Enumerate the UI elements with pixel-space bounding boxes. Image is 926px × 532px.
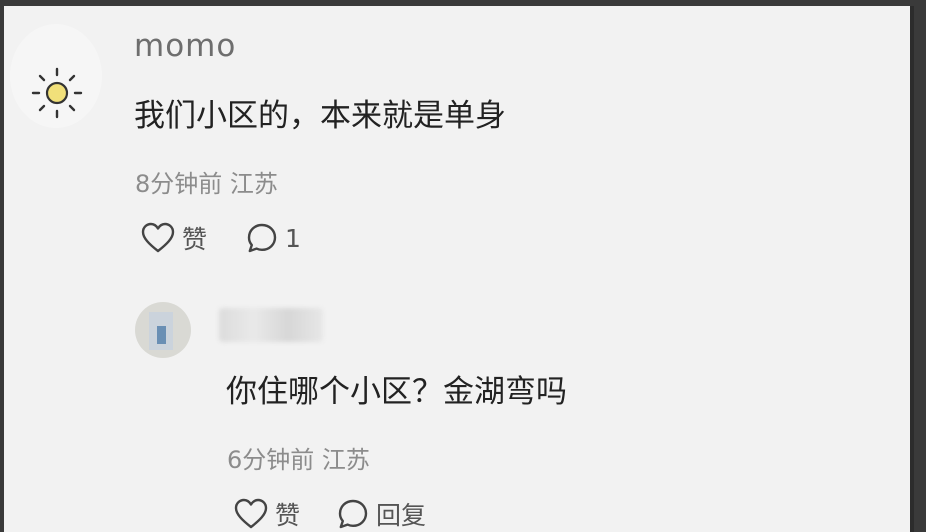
reply-username-blurred[interactable] — [219, 308, 323, 342]
comment-text: 我们小区的，本来就是单身 — [134, 98, 506, 134]
sun-icon — [31, 67, 83, 119]
reply-meta: 6分钟前 江苏 — [227, 440, 370, 475]
heart-icon — [141, 222, 175, 253]
reply-like-button[interactable]: 赞 — [233, 496, 300, 532]
reply-avatar[interactable] — [135, 302, 191, 358]
comment-location: 江苏 — [229, 170, 278, 198]
reply-text: 你住哪个小区？金湖弯吗 — [226, 374, 567, 410]
reply-actions: 赞 回复 — [233, 496, 426, 532]
avatar[interactable] — [10, 24, 102, 128]
like-button[interactable]: 赞 — [140, 220, 207, 256]
comment-bubble-icon — [247, 223, 277, 253]
comment-meta: 8分钟前 江苏 — [135, 164, 278, 199]
comment-panel: momo 我们小区的，本来就是单身 8分钟前 江苏 赞 1 你住哪个小区？金湖弯… — [4, 6, 914, 532]
reply-label: 回复 — [376, 501, 427, 530]
comment-actions: 赞 1 — [140, 220, 301, 256]
like-label: 赞 — [182, 225, 208, 254]
avatar-photo-detail — [157, 326, 166, 344]
reply-location: 江苏 — [321, 446, 370, 474]
heart-icon — [234, 498, 268, 529]
like-label: 赞 — [275, 501, 301, 530]
reply-count-button[interactable]: 1 — [245, 221, 301, 255]
reply-count: 1 — [285, 223, 301, 253]
comment-bubble-icon — [338, 499, 368, 529]
reply-button[interactable]: 回复 — [336, 496, 426, 532]
reply-time: 6分钟前 — [227, 446, 315, 474]
comment-time: 8分钟前 — [135, 170, 223, 198]
username[interactable]: momo — [134, 28, 236, 64]
